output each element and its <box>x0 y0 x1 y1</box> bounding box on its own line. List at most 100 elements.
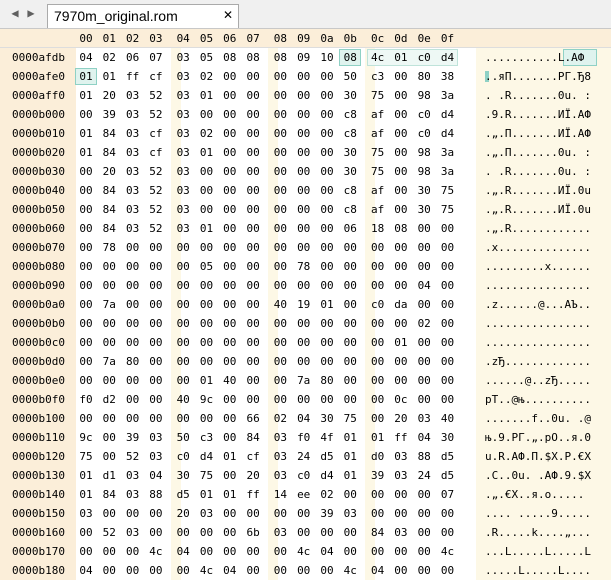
hex-byte[interactable]: 00 <box>243 203 263 216</box>
hex-byte[interactable]: 00 <box>294 336 314 349</box>
hex-byte[interactable]: 4c <box>294 545 314 558</box>
hex-byte[interactable]: 00 <box>317 165 337 178</box>
hex-byte[interactable]: 00 <box>368 488 388 501</box>
hex-byte[interactable]: 00 <box>146 317 166 330</box>
hex-byte[interactable]: d4 <box>438 108 458 121</box>
hex-byte[interactable]: 7a <box>294 374 314 387</box>
triangle-right-icon[interactable]: ▶ <box>22 4 40 22</box>
hex-byte[interactable]: 00 <box>146 298 166 311</box>
hex-byte[interactable]: 00 <box>270 165 290 178</box>
hex-byte[interactable]: 03 <box>123 469 143 482</box>
hex-byte[interactable]: 03 <box>391 450 411 463</box>
hex-byte[interactable]: 4c <box>438 545 458 558</box>
hex-byte[interactable]: 03 <box>76 507 96 520</box>
hex-byte[interactable]: d5 <box>438 450 458 463</box>
hex-byte[interactable]: 00 <box>270 545 290 558</box>
hex-byte[interactable]: 00 <box>294 146 314 159</box>
hex-byte[interactable]: 01 <box>76 146 96 159</box>
hex-byte[interactable]: 00 <box>76 260 96 273</box>
hex-byte[interactable]: 08 <box>243 51 263 64</box>
hex-byte[interactable]: 01 <box>197 222 217 235</box>
hex-byte[interactable]: 00 <box>294 165 314 178</box>
hex-byte[interactable]: 00 <box>317 336 337 349</box>
hex-byte[interactable]: 00 <box>294 127 314 140</box>
hex-byte[interactable]: cf <box>146 146 166 159</box>
hex-byte[interactable]: 00 <box>220 241 240 254</box>
hex-byte[interactable]: 00 <box>197 108 217 121</box>
hex-byte[interactable]: 09 <box>294 51 314 64</box>
hex-byte[interactable]: 7a <box>99 355 119 368</box>
ascii-text[interactable]: .„.П.......ИЇ.АФ <box>485 127 591 140</box>
hex-byte[interactable]: 00 <box>220 317 240 330</box>
hex-byte[interactable]: 40 <box>438 412 458 425</box>
hex-byte[interactable]: 00 <box>243 279 263 292</box>
ascii-text[interactable]: ...L.....L.....L <box>485 545 591 558</box>
ascii-text[interactable]: .„.€Х..я.о..... <box>485 488 584 501</box>
hex-byte[interactable]: 00 <box>368 374 388 387</box>
hex-byte[interactable]: 00 <box>294 564 314 577</box>
hex-byte[interactable]: cf <box>146 70 166 83</box>
hex-byte[interactable]: 00 <box>414 241 434 254</box>
hex-byte[interactable]: 00 <box>414 355 434 368</box>
hex-byte[interactable]: 00 <box>173 317 193 330</box>
hex-byte[interactable]: 00 <box>438 260 458 273</box>
hex-byte[interactable]: 00 <box>146 564 166 577</box>
ascii-text[interactable]: .R.....k....„... <box>485 526 591 539</box>
hex-byte[interactable]: 00 <box>220 545 240 558</box>
hex-byte[interactable]: 00 <box>414 336 434 349</box>
hex-byte[interactable]: 00 <box>99 336 119 349</box>
hex-byte[interactable]: 00 <box>220 336 240 349</box>
hex-byte[interactable]: 03 <box>197 507 217 520</box>
hex-byte[interactable]: 20 <box>99 89 119 102</box>
hex-byte[interactable]: 00 <box>220 431 240 444</box>
hex-byte[interactable]: 00 <box>340 526 360 539</box>
hex-byte[interactable]: 00 <box>243 108 263 121</box>
hex-byte[interactable]: 07 <box>146 51 166 64</box>
hex-byte[interactable]: 4c <box>197 564 217 577</box>
hex-byte[interactable]: 00 <box>99 564 119 577</box>
hex-byte[interactable]: 03 <box>123 184 143 197</box>
hex-byte[interactable]: 00 <box>220 469 240 482</box>
hex-byte[interactable]: 03 <box>173 146 193 159</box>
hex-byte[interactable]: 01 <box>197 89 217 102</box>
hex-byte[interactable]: 98 <box>414 146 434 159</box>
hex-byte[interactable]: 52 <box>146 89 166 102</box>
hex-byte[interactable]: f0 <box>294 431 314 444</box>
hex-byte[interactable]: 00 <box>294 279 314 292</box>
hex-byte[interactable]: 00 <box>243 165 263 178</box>
hex-byte[interactable]: 00 <box>340 336 360 349</box>
hex-byte[interactable]: d4 <box>438 51 458 64</box>
hex-byte[interactable]: 04 <box>317 545 337 558</box>
hex-byte[interactable]: d4 <box>438 127 458 140</box>
ascii-text[interactable]: ......@..zЂ..... <box>485 374 591 387</box>
hex-byte[interactable]: 03 <box>270 450 290 463</box>
hex-byte[interactable]: 01 <box>197 146 217 159</box>
hex-byte[interactable]: 52 <box>123 450 143 463</box>
hex-byte[interactable]: 01 <box>197 488 217 501</box>
hex-byte[interactable]: 00 <box>173 564 193 577</box>
hex-byte[interactable]: 00 <box>438 564 458 577</box>
hex-byte[interactable]: 00 <box>270 393 290 406</box>
close-icon[interactable]: ✕ <box>221 8 235 22</box>
hex-byte[interactable]: 00 <box>220 146 240 159</box>
hex-byte[interactable]: 00 <box>99 279 119 292</box>
hex-byte[interactable]: 00 <box>123 317 143 330</box>
hex-byte[interactable]: 84 <box>243 431 263 444</box>
hex-byte[interactable]: 03 <box>173 108 193 121</box>
hex-byte[interactable]: 00 <box>220 165 240 178</box>
hex-byte[interactable]: 00 <box>243 355 263 368</box>
hex-byte[interactable]: 01 <box>340 431 360 444</box>
hex-byte[interactable]: 4c <box>340 564 360 577</box>
hex-byte[interactable]: 00 <box>391 260 411 273</box>
hex-byte[interactable]: 03 <box>123 89 143 102</box>
hex-byte[interactable]: 00 <box>294 526 314 539</box>
hex-byte[interactable]: 00 <box>76 545 96 558</box>
hex-byte[interactable]: ff <box>243 488 263 501</box>
hex-byte[interactable]: 20 <box>391 412 411 425</box>
hex-byte[interactable]: 00 <box>197 526 217 539</box>
hex-byte[interactable]: 30 <box>317 412 337 425</box>
hex-byte[interactable]: c0 <box>173 450 193 463</box>
hex-byte[interactable]: 39 <box>317 507 337 520</box>
hex-byte[interactable]: 75 <box>368 89 388 102</box>
hex-byte[interactable]: 00 <box>243 260 263 273</box>
